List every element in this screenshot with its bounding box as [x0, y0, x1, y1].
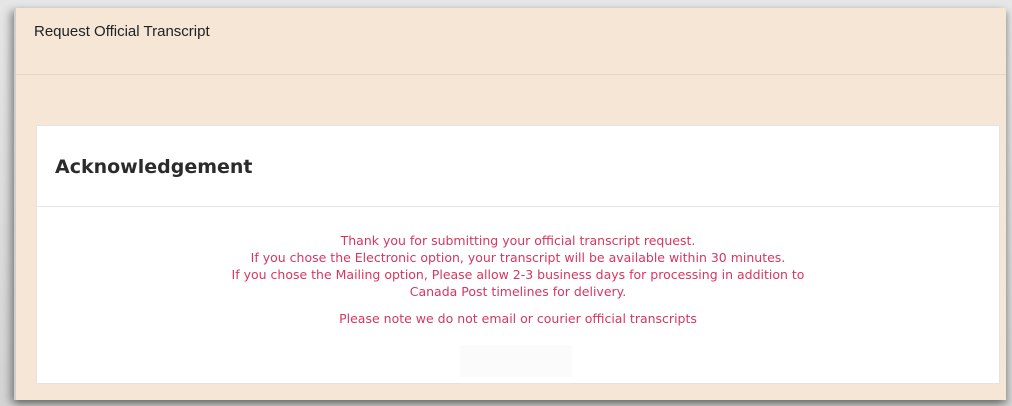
faded-button — [460, 345, 572, 377]
card-body: Thank you for submitting your official t… — [37, 207, 999, 383]
acknowledgement-card: Acknowledgement Thank you for submitting… — [36, 125, 1000, 384]
card-header: Acknowledgement — [37, 126, 999, 207]
card-title: Acknowledgement — [55, 156, 253, 178]
page-title: Request Official Transcript — [34, 23, 210, 40]
message-line-thank-you: Thank you for submitting your official t… — [340, 233, 696, 248]
message-line-canada-post: Canada Post timelines for delivery. — [409, 284, 627, 299]
message-line-mailing: If you chose the Mailing option, Please … — [231, 267, 805, 282]
panel-header: Request Official Transcript — [16, 8, 1006, 75]
message-note: Please note we do not email or courier o… — [339, 311, 697, 326]
transcript-panel: Request Official Transcript Acknowledgem… — [14, 8, 1006, 400]
window-backdrop: Request Official Transcript Acknowledgem… — [0, 0, 1012, 406]
message-line-electronic: If you chose the Electronic option, your… — [250, 250, 786, 265]
